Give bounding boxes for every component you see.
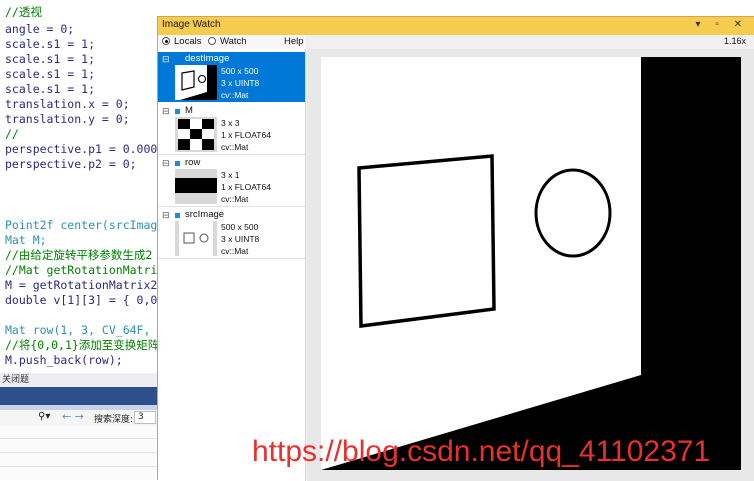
divider (0, 466, 157, 467)
list-item-M[interactable]: ⊟ M 3 x 3 1 x FLOAT64 cv::Mat (158, 104, 305, 155)
code-line[interactable]: scale.s1 = 1; (5, 82, 95, 97)
code-line[interactable]: double v[1][3] = { 0,0,1 (5, 293, 171, 308)
watermark-text: https://blog.csdn.net/qq_41102371 (252, 435, 711, 468)
code-line[interactable]: // (5, 127, 19, 142)
variable-icon (175, 109, 180, 114)
dest-image-view (307, 49, 754, 481)
collapse-icon[interactable]: ⊟ (162, 54, 170, 65)
help-link[interactable]: Help (284, 36, 304, 47)
panel-header-bar (0, 387, 157, 405)
code-line[interactable]: perspective.p1 = 0.0006; (5, 142, 171, 157)
item-type: 3 x UINT8 (221, 234, 260, 244)
item-size: 3 x 1 (221, 170, 240, 180)
code-line[interactable]: scale.s1 = 1; (5, 37, 95, 52)
code-line[interactable]: //Mat getRotationMatrix2D (5, 263, 178, 278)
watch-radio[interactable] (208, 37, 216, 45)
item-type: 1 x FLOAT64 (221, 130, 271, 140)
code-line[interactable]: Point2f center(srcImage.c (5, 218, 178, 233)
image-watch-window: Image Watch ▾ ▫ ✕ Locals Watch Help 1.16… (157, 16, 754, 481)
variable-icon (175, 161, 180, 166)
item-name: destImage (185, 53, 230, 64)
code-line[interactable]: angle = 0; (5, 22, 74, 37)
list-item-destImage[interactable]: ⊟ destImage 500 x 500 3 x UINT8 cv::Mat (158, 52, 305, 102)
thumbnail (175, 117, 217, 152)
image-watch-titlebar[interactable]: Image Watch ▾ ▫ ✕ (158, 17, 754, 35)
window-title: Image Watch (162, 19, 221, 30)
thumbnail (175, 221, 217, 256)
window-controls[interactable]: ▾ ▫ ✕ (696, 19, 749, 30)
item-class: cv::Mat (221, 246, 249, 256)
search-depth-input[interactable]: 3 (134, 411, 156, 424)
output-pane (0, 426, 157, 480)
code-line[interactable]: perspective.p2 = 0; (5, 157, 137, 172)
search-depth-label: 搜索深度: (94, 415, 134, 425)
item-class: cv::Mat (221, 142, 249, 152)
item-info: 500 x 500 3 x UINT8 cv::Mat (221, 65, 259, 101)
image-watch-toolbar: Locals Watch Help (158, 35, 306, 49)
divider (158, 258, 305, 259)
thumbnail (175, 65, 217, 100)
item-type: 3 x UINT8 (221, 78, 260, 88)
code-line[interactable]: translation.x = 0; (5, 97, 130, 112)
code-line[interactable]: //由给定旋转平移参数生成2 (5, 248, 152, 263)
item-class: cv::Mat (221, 194, 249, 204)
zoom-level: 1.16x (723, 36, 746, 46)
code-line[interactable]: scale.s1 = 1; (5, 67, 95, 82)
search-icon[interactable]: ⚲▾ (38, 411, 50, 422)
code-line[interactable]: Mat row(1, 3, CV_64F, &v[ (5, 323, 178, 338)
collapse-icon[interactable]: ⊟ (162, 106, 170, 117)
item-info: 3 x 3 1 x FLOAT64 cv::Mat (221, 117, 271, 153)
item-size: 500 x 500 (221, 66, 259, 76)
variable-icon (175, 213, 180, 218)
divider (158, 206, 305, 207)
code-line[interactable]: Mat M; (5, 233, 47, 248)
item-size: 3 x 3 (221, 118, 240, 128)
item-info: 500 x 500 3 x UINT8 cv::Mat (221, 221, 259, 257)
back-forward-icons[interactable]: ← → (62, 410, 84, 423)
collapse-icon[interactable]: ⊟ (162, 158, 170, 169)
search-toolbar: ⚲▾ ← → 搜索深度: 3 (0, 410, 157, 426)
locals-label[interactable]: Locals (174, 36, 201, 47)
divider (0, 452, 157, 453)
item-name: row (185, 157, 201, 168)
code-line[interactable]: M = getRotationMatrix2D(c (5, 278, 178, 293)
item-info: 3 x 1 1 x FLOAT64 cv::Mat (221, 169, 271, 205)
error-list-tab[interactable]: 关闭题 (0, 373, 157, 387)
item-class: cv::Mat (221, 90, 249, 100)
divider (0, 438, 157, 439)
watch-label[interactable]: Watch (220, 36, 247, 47)
code-line[interactable]: M.push_back(row); (5, 353, 123, 368)
item-name: srcImage (185, 209, 225, 220)
item-size: 500 x 500 (221, 222, 259, 232)
code-line[interactable]: scale.s1 = 1; (5, 52, 95, 67)
variable-list[interactable]: ⊟ destImage 500 x 500 3 x UINT8 cv::Mat … (158, 49, 306, 481)
code-line[interactable]: translation.y = 0; (5, 112, 130, 127)
code-line[interactable]: //透视 (5, 5, 42, 20)
item-name: M (185, 105, 193, 116)
divider (158, 154, 305, 155)
image-canvas[interactable] (307, 49, 754, 481)
code-line[interactable]: //将{0,0,1}添加至变换矩阵 (5, 338, 159, 353)
locals-radio[interactable] (162, 37, 170, 45)
thumbnail (175, 169, 217, 204)
list-item-srcImage[interactable]: ⊟ srcImage 500 x 500 3 x UINT8 cv::Mat (158, 208, 305, 259)
list-item-row[interactable]: ⊟ row 3 x 1 1 x FLOAT64 cv::Mat (158, 156, 305, 207)
item-type: 1 x FLOAT64 (221, 182, 271, 192)
collapse-icon[interactable]: ⊟ (162, 210, 170, 221)
